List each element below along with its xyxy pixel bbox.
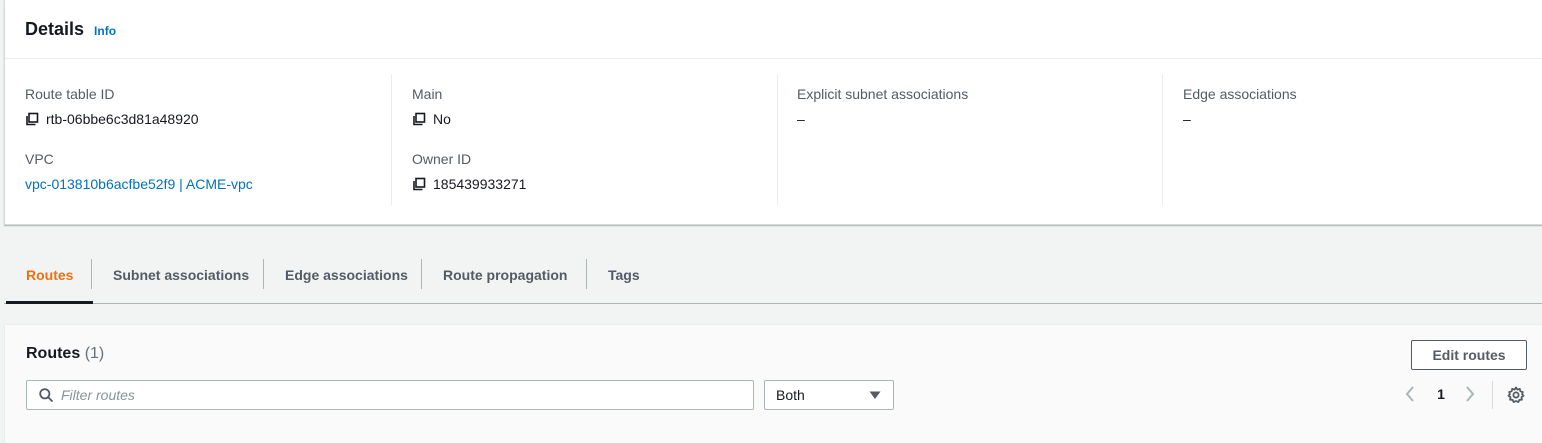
tab-tags[interactable]: Tags: [608, 246, 640, 303]
gear-icon[interactable]: [1507, 386, 1525, 404]
caret-down-icon: [869, 391, 881, 399]
filter-routes-field[interactable]: [26, 380, 754, 410]
routes-heading: Routes (1): [26, 345, 104, 363]
owner-id-value: 185439933271: [412, 176, 526, 192]
explicit-subnet-associations-value: –: [797, 111, 805, 127]
tab-edge-associations[interactable]: Edge associations: [285, 246, 408, 303]
details-columns: Route table ID rtb-06bbe6c3d81a48920 VPC…: [5, 74, 1542, 205]
tab-separator: [586, 259, 587, 289]
tab-separator: [91, 259, 92, 289]
owner-id-label: Owner ID: [412, 151, 472, 167]
page-number[interactable]: 1: [1435, 386, 1447, 402]
tab-separator: [263, 259, 264, 289]
info-link[interactable]: Info: [94, 24, 116, 38]
tab-subnet-associations[interactable]: Subnet associations: [113, 246, 249, 303]
details-column-1: Route table ID rtb-06bbe6c3d81a48920 VPC…: [5, 74, 392, 205]
edit-routes-button[interactable]: Edit routes: [1411, 340, 1527, 370]
details-panel: Details Info Route table ID rtb-06bbe6c3…: [4, 0, 1542, 225]
copy-icon[interactable]: [412, 177, 426, 191]
filter-routes-input[interactable]: [61, 387, 741, 403]
owner-id-text: 185439933271: [433, 176, 527, 192]
vpc-label: VPC: [25, 151, 54, 167]
route-table-id-label: Route table ID: [25, 86, 115, 102]
edge-associations-value: –: [1183, 111, 1191, 127]
details-column-4: Edge associations –: [1163, 74, 1542, 205]
main-label: Main: [412, 86, 443, 102]
tab-route-propagation[interactable]: Route propagation: [443, 246, 567, 303]
route-filter-select-value: Both: [776, 387, 805, 403]
route-filter-select[interactable]: Both: [764, 380, 894, 410]
tab-routes[interactable]: Routes: [26, 246, 73, 303]
active-tab-indicator: [6, 301, 93, 304]
routes-title: Routes: [26, 345, 81, 362]
details-column-2: Main No Owner ID 185439933271: [392, 74, 778, 205]
routes-panel: Routes (1) Edit routes Both 1: [4, 324, 1542, 443]
explicit-subnet-associations-label: Explicit subnet associations: [797, 86, 969, 102]
details-header: Details Info: [5, 0, 1542, 59]
vpc-link[interactable]: vpc-013810b6acfbe52f9 | ACME-vpc: [25, 176, 253, 192]
copy-icon[interactable]: [25, 112, 39, 126]
chevron-right-icon[interactable]: [1464, 385, 1476, 403]
route-table-id-value: rtb-06bbe6c3d81a48920: [25, 111, 199, 127]
tab-bar: Routes Subnet associations Edge associat…: [4, 246, 1542, 304]
tab-separator: [421, 259, 422, 289]
search-icon: [39, 388, 53, 402]
copy-icon[interactable]: [412, 112, 426, 126]
route-table-id-text: rtb-06bbe6c3d81a48920: [46, 111, 199, 127]
chevron-left-icon[interactable]: [1404, 385, 1416, 403]
details-title: Details: [25, 18, 85, 39]
details-column-3: Explicit subnet associations –: [778, 74, 1163, 205]
main-value: No: [412, 111, 451, 127]
pager-separator: [1492, 381, 1493, 409]
main-text: No: [433, 111, 451, 127]
edge-associations-label: Edge associations: [1183, 86, 1297, 102]
routes-count: (1): [84, 345, 105, 362]
